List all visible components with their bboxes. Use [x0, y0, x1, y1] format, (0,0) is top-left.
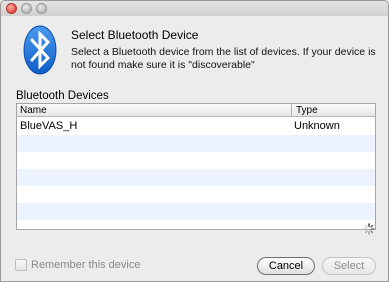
device-type-cell: Unknown: [294, 120, 340, 132]
table-row[interactable]: [17, 135, 375, 152]
table-row[interactable]: [17, 186, 375, 203]
title-bar: [1, 1, 388, 16]
column-header-name[interactable]: Name: [20, 105, 47, 116]
remember-device-label: Remember this device: [31, 259, 141, 271]
dialog-description: Select a Bluetooth device from the list …: [71, 46, 376, 71]
table-row[interactable]: [17, 152, 375, 169]
device-name-cell: BlueVAS_H: [20, 120, 78, 132]
cancel-button[interactable]: Cancel: [257, 257, 315, 275]
bluetooth-icon: [23, 25, 57, 75]
select-button[interactable]: Select: [322, 257, 376, 275]
table-row[interactable]: [17, 220, 375, 229]
devices-section-label: Bluetooth Devices: [16, 90, 109, 102]
remember-device-checkbox[interactable]: [15, 259, 27, 271]
minimize-window-button[interactable]: [21, 3, 32, 14]
devices-table[interactable]: Name Type BlueVAS_H Unknown: [16, 103, 376, 230]
table-header: Name Type: [17, 104, 375, 117]
table-rows: BlueVAS_H Unknown: [17, 118, 375, 229]
column-header-type[interactable]: Type: [296, 105, 318, 116]
bluetooth-dialog-window: Select Bluetooth Device Select a Bluetoo…: [0, 0, 389, 282]
spinner-icon: [363, 223, 375, 235]
remember-device-option[interactable]: Remember this device: [15, 259, 140, 271]
maximize-window-button[interactable]: [36, 3, 47, 14]
table-row[interactable]: [17, 169, 375, 186]
close-window-button[interactable]: [6, 3, 17, 14]
dialog-title: Select Bluetooth Device: [71, 28, 199, 42]
column-separator[interactable]: [291, 104, 292, 117]
table-row[interactable]: [17, 203, 375, 220]
table-row[interactable]: BlueVAS_H Unknown: [17, 118, 375, 135]
